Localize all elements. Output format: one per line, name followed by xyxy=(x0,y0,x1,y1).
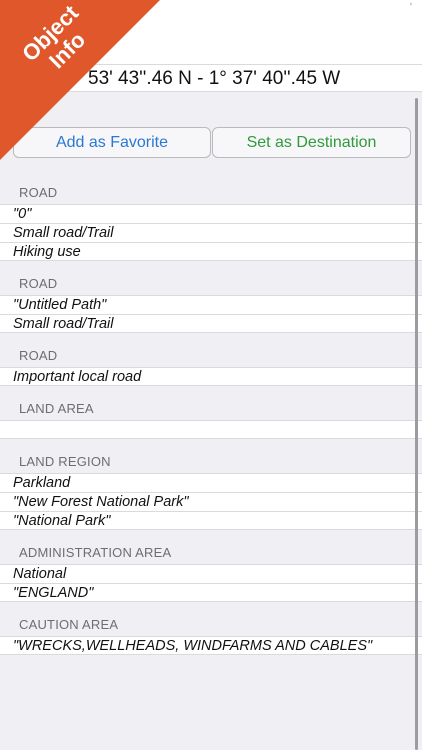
list-item[interactable]: "0" xyxy=(0,204,422,223)
section-header-road: ROAD xyxy=(19,276,58,291)
section-header-land-area: LAND AREA xyxy=(19,401,94,416)
list-item[interactable]: Small road/Trail xyxy=(0,223,422,242)
section-header-administration-area: ADMINISTRATION AREA xyxy=(19,545,172,560)
object-info-banner: Object Info xyxy=(0,0,160,160)
section-header-caution-area: CAUTION AREA xyxy=(19,617,119,632)
section-header-road: ROAD xyxy=(19,185,58,200)
list-item[interactable]: "Untitled Path" xyxy=(0,295,422,314)
set-destination-button[interactable]: Set as Destination xyxy=(212,127,411,158)
object-info-list: ROAD "0" Small road/Trail Hiking use ROA… xyxy=(0,170,422,655)
list-item[interactable]: Important local road xyxy=(0,367,422,386)
vertical-scrollbar[interactable] xyxy=(415,98,418,750)
section-header-land-region: LAND REGION xyxy=(19,454,111,469)
section-header-road: ROAD xyxy=(19,348,58,363)
list-item[interactable]: "WRECKS,WELLHEADS, WINDFARMS AND CABLES" xyxy=(0,636,422,655)
list-item[interactable]: National xyxy=(0,564,422,583)
top-mark: ' xyxy=(410,2,412,13)
list-item[interactable]: Parkland xyxy=(0,473,422,492)
list-item[interactable] xyxy=(0,420,422,439)
list-item[interactable]: "National Park" xyxy=(0,511,422,530)
list-item[interactable]: Small road/Trail xyxy=(0,314,422,333)
list-item[interactable]: "New Forest National Park" xyxy=(0,492,422,511)
list-item[interactable]: Hiking use xyxy=(0,242,422,261)
list-item[interactable]: "ENGLAND" xyxy=(0,583,422,602)
